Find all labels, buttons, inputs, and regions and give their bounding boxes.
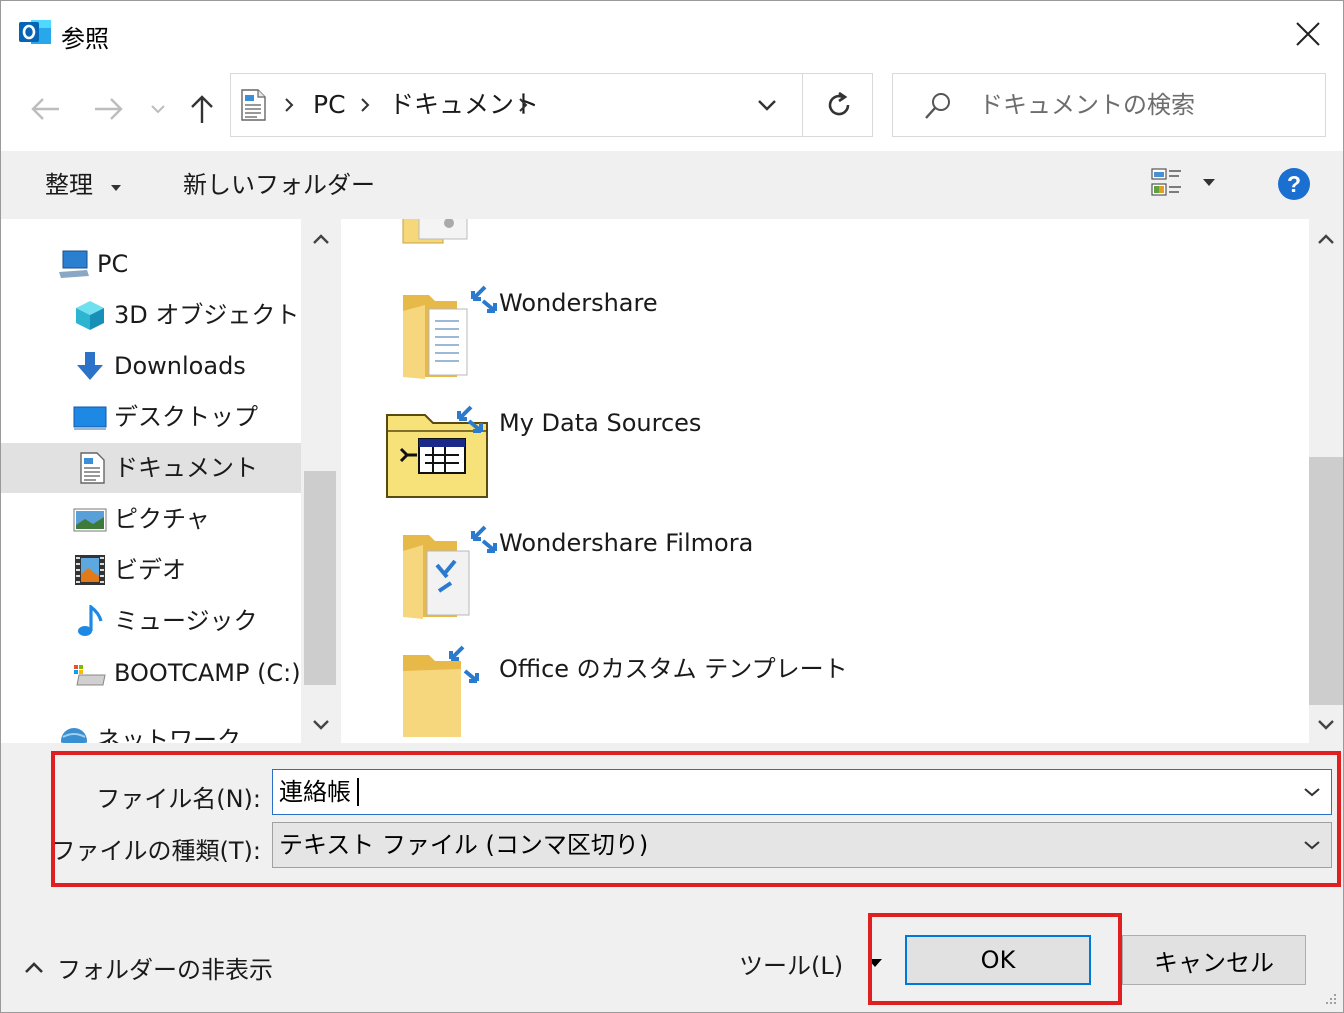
file-list[interactable]: Wondershare My Data Sources Wondershare … (341, 219, 1309, 743)
scroll-up-icon[interactable] (312, 233, 330, 245)
back-button[interactable] (27, 89, 63, 129)
chevron-up-icon (25, 962, 43, 973)
downloads-icon (73, 350, 107, 382)
sidebar-item-downloads[interactable]: Downloads (1, 341, 301, 391)
outlook-icon (19, 16, 53, 48)
svg-text:?: ? (1287, 171, 1301, 197)
sidebar-item-documents[interactable]: ドキュメント (1, 443, 301, 493)
forward-button[interactable] (91, 89, 127, 129)
3d-objects-icon (73, 299, 107, 331)
pc-icon (57, 248, 91, 280)
music-icon (73, 603, 107, 637)
highlight-box (868, 913, 1122, 1005)
cancel-button[interactable]: キャンセル (1122, 935, 1306, 985)
view-details-icon (1151, 168, 1215, 196)
sidebar-item-3d-objects[interactable]: 3D オブジェクト (1, 290, 301, 340)
file-list-scrollbar[interactable] (1309, 219, 1343, 743)
hide-folders-button[interactable]: フォルダーの非表示 (23, 947, 273, 987)
new-folder-button[interactable]: 新しいフォルダー (183, 151, 375, 219)
arrow-right-icon (95, 98, 123, 120)
tools-button[interactable]: ツール(L) (739, 941, 883, 985)
scrollbar-thumb[interactable] (304, 471, 336, 685)
sidebar-item-videos[interactable]: ビデオ (1, 545, 301, 595)
desktop-icon (73, 401, 107, 433)
list-item[interactable]: My Data Sources (381, 393, 1281, 503)
documents-icon (75, 452, 109, 484)
help-button[interactable]: ? (1277, 167, 1311, 205)
sidebar-item-network[interactable]: ネットワーク (1, 715, 301, 743)
scroll-up-icon[interactable] (1317, 233, 1335, 245)
address-bar[interactable]: PC ドキュメント (230, 73, 873, 137)
sidebar-item-pictures[interactable]: ピクチャ (1, 494, 301, 544)
pictures-icon (73, 503, 107, 535)
organize-button[interactable]: 整理 (45, 151, 123, 219)
breadcrumb-separator-icon (517, 74, 529, 136)
data-sources-folder-icon (385, 401, 495, 501)
scroll-down-icon[interactable] (312, 719, 330, 731)
navigation-pane-scrollbar[interactable] (301, 219, 341, 743)
up-button[interactable] (185, 89, 219, 129)
search-box[interactable]: ドキュメントの検索 (892, 73, 1326, 137)
browse-dialog: 参照 PC ドキュメント ドキュメントの検索 整理 新しいフォルダー ? PC … (0, 0, 1344, 1013)
sidebar-item-desktop[interactable]: デスクトップ (1, 392, 301, 442)
list-item[interactable]: Wondershare Filmora (381, 513, 1281, 623)
view-options-button[interactable] (1151, 167, 1221, 205)
search-icon (923, 91, 953, 125)
tools-label: ツール(L) (739, 951, 844, 980)
folder-icon (399, 521, 509, 621)
organize-label: 整理 (45, 171, 93, 199)
refresh-icon (828, 91, 850, 116)
navigation-pane[interactable]: PC 3D オブジェクト Downloads デスクトップ ドキュメント ピクチ… (1, 219, 301, 743)
folder-icon (399, 281, 509, 381)
dialog-title: 参照 (61, 25, 109, 53)
recent-locations-button[interactable] (147, 89, 169, 129)
scrollbar-thumb[interactable] (1309, 457, 1343, 705)
close-icon (1296, 22, 1320, 46)
refresh-button[interactable] (825, 74, 853, 136)
chevron-down-icon (758, 100, 776, 111)
help-icon: ? (1278, 168, 1310, 200)
breadcrumb-separator-icon (359, 74, 371, 136)
list-item[interactable]: Wondershare (381, 273, 1281, 383)
address-dropdown-button[interactable] (757, 74, 777, 136)
drive-icon (73, 657, 107, 689)
highlight-box (51, 751, 1341, 887)
command-bar: 整理 新しいフォルダー ? (1, 151, 1343, 219)
scroll-down-icon[interactable] (1317, 719, 1335, 731)
arrow-left-icon (31, 98, 59, 120)
breadcrumb-separator-icon (283, 74, 295, 136)
caret-down-icon (110, 185, 121, 191)
videos-icon (73, 554, 107, 586)
list-item[interactable]: Office のカスタム テンプレート (381, 633, 1281, 743)
documents-icon (239, 89, 267, 125)
folder-icon (401, 219, 471, 261)
sidebar-item-music[interactable]: ミュージック (1, 596, 301, 646)
dialog-footer: ファイル名(N): 連絡帳 ファイルの種類(T): テキスト ファイル (コンマ… (1, 743, 1343, 1012)
close-button[interactable] (1273, 1, 1343, 67)
hide-folders-label: フォルダーの非表示 (57, 955, 273, 984)
search-input[interactable]: ドキュメントの検索 (979, 74, 1195, 136)
sidebar-item-bootcamp-drive[interactable]: BOOTCAMP (C:) (1, 648, 301, 698)
folder-icon (399, 641, 509, 741)
chevron-down-icon (151, 105, 165, 114)
resize-grip-icon[interactable] (1321, 991, 1339, 1009)
arrow-up-icon (191, 95, 213, 123)
breadcrumb-pc[interactable]: PC (313, 74, 346, 136)
sidebar-item-pc[interactable]: PC (1, 239, 301, 289)
network-icon (57, 724, 91, 743)
title-bar: 参照 (1, 1, 1343, 67)
